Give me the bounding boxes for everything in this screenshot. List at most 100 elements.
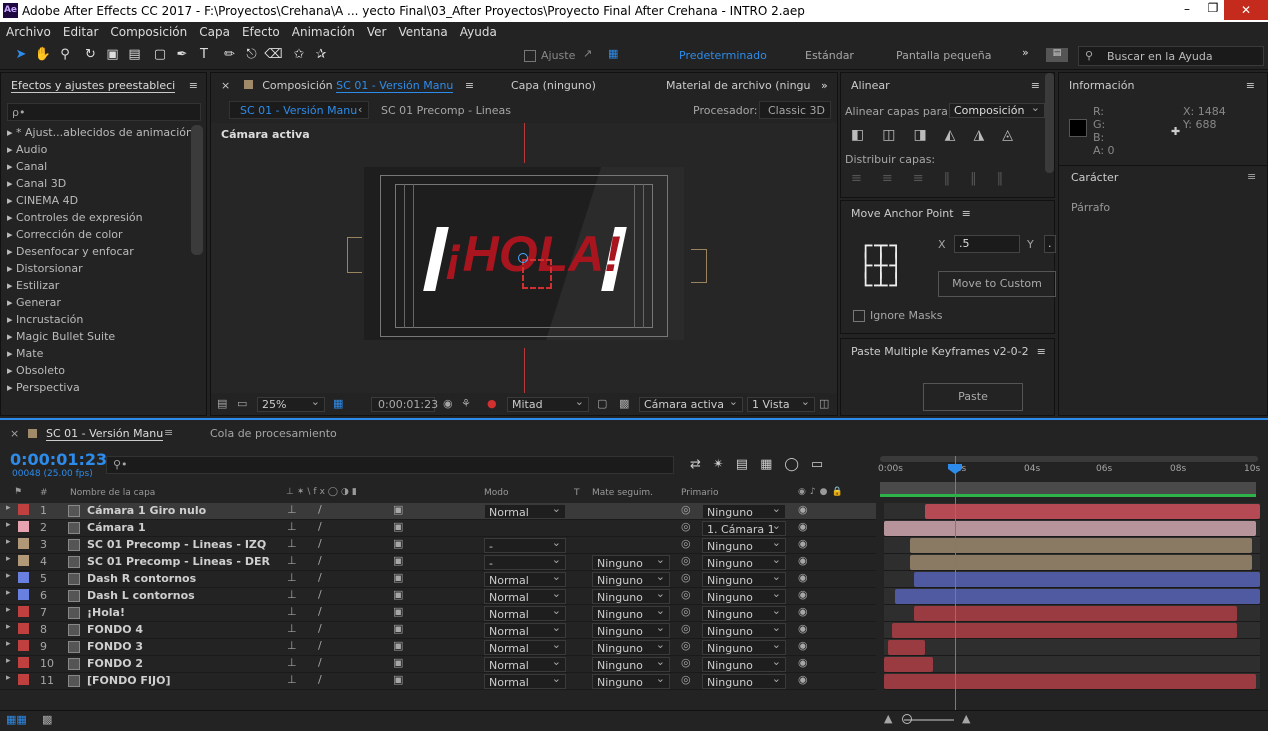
visibility-icon[interactable]: ◉ — [798, 554, 808, 567]
puppet-tool-icon[interactable]: ✰ — [310, 44, 332, 66]
info-title[interactable]: Información — [1069, 79, 1134, 92]
move-to-custom-button[interactable]: Move to Custom — [938, 271, 1056, 297]
layer-name-header[interactable]: Nombre de la capa — [70, 488, 155, 498]
track-matte-header[interactable]: Mate seguim. — [592, 488, 653, 498]
roto-brush-tool-icon[interactable]: ✩ — [288, 44, 310, 66]
visibility-icon[interactable]: ◉ — [798, 520, 808, 533]
layer-duration-bar[interactable] — [910, 555, 1253, 570]
views-layout-dropdown[interactable]: 1 Vista — [747, 395, 815, 412]
quality-switch-icon[interactable]: / — [318, 520, 322, 533]
effects-category[interactable]: ▸ Estilizar — [1, 277, 189, 294]
pickwhip-icon[interactable]: ◎ — [681, 554, 691, 567]
comp-tab[interactable]: SC 01 - Versión Manu — [336, 79, 454, 93]
table-row[interactable]: ▸ 3 SC 01 Precomp - Lineas - IZQ ⊥ / ▣ - ◎ Ningu… — [0, 536, 876, 554]
visibility-icon[interactable]: ◉ — [798, 571, 808, 584]
track-matte-dropdown[interactable]: Ninguno — [592, 655, 670, 672]
footage-tab[interactable]: Material de archivo (ningu — [666, 73, 811, 99]
effects-category[interactable]: ▸ Audio — [1, 141, 189, 158]
monitor-icon[interactable]: ▭ — [237, 397, 247, 410]
expand-arrow-icon[interactable]: ▸ — [6, 554, 11, 564]
mode-dropdown[interactable]: Normal — [484, 502, 566, 519]
panel-menu-icon[interactable]: ≡ — [962, 207, 971, 220]
expand-arrow-icon[interactable]: ▸ — [6, 656, 11, 666]
pickwhip-icon[interactable]: ◎ — [681, 622, 691, 635]
expand-arrow-icon[interactable]: ▸ — [6, 571, 11, 581]
layer-tab[interactable]: Capa (ninguno) — [511, 73, 596, 99]
expand-arrow-icon[interactable]: ▸ — [6, 673, 11, 683]
mode-dropdown[interactable]: - — [484, 553, 566, 570]
close-tab-icon[interactable]: × — [10, 427, 19, 440]
layer-name[interactable]: Dash L contornos — [87, 589, 195, 602]
label-color[interactable] — [18, 555, 29, 566]
mode-dropdown[interactable]: Normal — [484, 604, 566, 621]
menu-composicion[interactable]: Composición — [104, 22, 193, 39]
shy-switch-icon[interactable]: ⊥ — [287, 503, 297, 516]
help-search-box[interactable]: ⚲ Buscar en la Ayuda — [1078, 46, 1264, 66]
pickwhip-icon[interactable]: ◎ — [681, 571, 691, 584]
visibility-icon[interactable]: ◉ — [798, 639, 808, 652]
pickwhip-icon[interactable]: ◎ — [681, 537, 691, 550]
parent-dropdown[interactable]: Ninguno — [702, 655, 786, 672]
always-preview-icon[interactable]: ▤ — [217, 397, 227, 410]
3d-layer-icon[interactable]: ▣ — [393, 656, 403, 669]
menu-animacion[interactable]: Animación — [286, 22, 361, 39]
shy-switch-icon[interactable]: ⊥ — [287, 520, 297, 533]
effects-category[interactable]: ▸ Corrección de color — [1, 226, 189, 243]
pen-tool-icon[interactable]: ✒ — [171, 44, 193, 66]
toggle-modes-icon[interactable]: ▩ — [42, 713, 52, 726]
layer-name[interactable]: FONDO 4 — [87, 623, 143, 636]
selection-tool-icon[interactable]: ➤ — [10, 44, 32, 66]
3d-layer-icon[interactable]: ▣ — [393, 622, 403, 635]
pickwhip-icon[interactable]: ◎ — [681, 673, 691, 686]
track-matte-dropdown[interactable]: Ninguno — [592, 638, 670, 655]
menu-ventana[interactable]: Ventana — [392, 22, 453, 39]
rectangle-tool-icon[interactable]: ▢ — [149, 44, 171, 66]
effects-panel-title[interactable]: Efectos y ajustes preestableci — [11, 79, 176, 93]
anchor-grid-icon[interactable]: ┌┬┐ ├┼┤ └┴┘ — [859, 236, 921, 298]
mode-dropdown[interactable]: - — [484, 536, 566, 553]
parent-dropdown[interactable]: 1. Cámara 1 G — [702, 519, 786, 549]
3d-layer-icon[interactable]: ▣ — [393, 554, 403, 567]
label-color[interactable] — [18, 623, 29, 634]
3d-layer-icon[interactable]: ▣ — [393, 673, 403, 686]
anchor-y-input[interactable]: . — [1044, 235, 1056, 253]
eraser-tool-icon[interactable]: ⌫ — [263, 44, 285, 66]
pickwhip-icon[interactable]: ◎ — [681, 639, 691, 652]
layer-name[interactable]: ¡Hola! — [87, 606, 125, 619]
align-scrollbar[interactable] — [1045, 73, 1054, 173]
3d-layer-icon[interactable]: ▣ — [393, 571, 403, 584]
parent-dropdown[interactable]: Ninguno — [702, 536, 786, 553]
close-tab-icon[interactable]: × — [221, 79, 230, 92]
more-workspaces-icon[interactable]: » — [1022, 46, 1029, 59]
zoom-tool-icon[interactable]: ⚲ — [54, 44, 76, 66]
panel-menu-icon[interactable]: ≡ — [164, 426, 173, 439]
menu-capa[interactable]: Capa — [193, 22, 236, 39]
3d-layer-icon[interactable]: ▣ — [393, 588, 403, 601]
quality-switch-icon[interactable]: / — [318, 622, 322, 635]
align-buttons[interactable]: ◧◫◨◭◮◬ — [851, 127, 1031, 143]
pickwhip-icon[interactable]: ◎ — [681, 656, 691, 669]
effects-category[interactable]: ▸ Desenfocar y enfocar — [1, 243, 189, 260]
anchor-point-icon[interactable] — [518, 253, 528, 263]
paste-title[interactable]: Paste Multiple Keyframes v2-0-2 — [851, 345, 1029, 358]
timeline-switches[interactable]: ⇄✴▤▦◯▭ — [690, 457, 835, 472]
layer-duration-bar[interactable] — [910, 538, 1253, 553]
expand-arrow-icon[interactable]: ▸ — [6, 639, 11, 649]
timeline-tab[interactable]: SC 01 - Versión Manu — [46, 427, 164, 441]
selection-handles[interactable] — [522, 259, 552, 289]
zoom-dropdown[interactable]: 25% — [257, 395, 325, 412]
layer-duration-bar[interactable] — [891, 623, 1238, 638]
workspace-estandar[interactable]: Estándar — [805, 49, 854, 62]
pickwhip-icon[interactable]: ◎ — [681, 605, 691, 618]
align-to-dropdown[interactable]: Composición — [949, 101, 1045, 118]
mode-header[interactable]: Modo — [484, 488, 509, 498]
label-color[interactable] — [18, 657, 29, 668]
visibility-icon[interactable]: ◉ — [798, 503, 808, 516]
effects-category[interactable]: ▸ Incrustación — [1, 311, 189, 328]
shy-switch-icon[interactable]: ⊥ — [287, 537, 297, 550]
shy-switch-icon[interactable]: ⊥ — [287, 554, 297, 567]
layer-duration-bar[interactable] — [895, 589, 1260, 604]
parent-dropdown[interactable]: Ninguno — [702, 604, 786, 621]
zoom-out-icon[interactable]: ▲ — [884, 712, 892, 725]
table-row[interactable]: ▸ 5 Dash R contornos ⊥ / ▣ Normal Ninguno ◎ Ningu… — [0, 570, 876, 588]
